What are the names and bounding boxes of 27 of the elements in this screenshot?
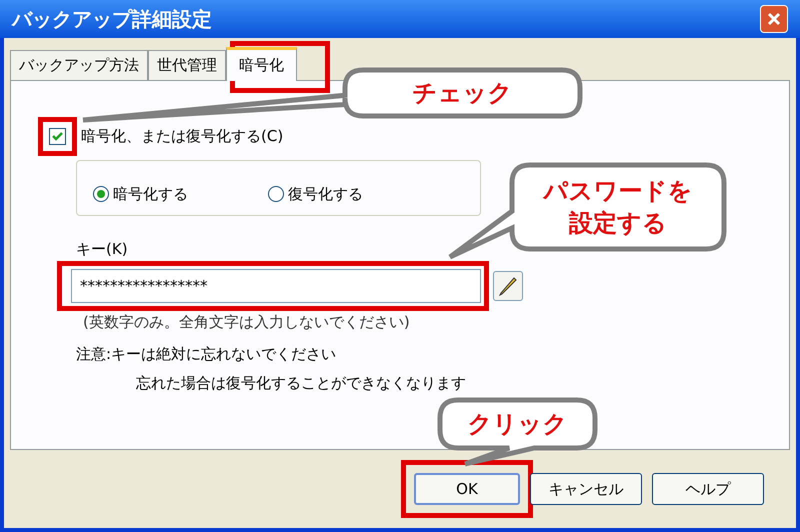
- dialog-button[interactable]: キャンセル: [530, 473, 642, 505]
- note-text: 注意:キーは絶対に忘れないでください: [76, 344, 338, 365]
- radio-button[interactable]: [93, 186, 109, 202]
- callout-text: パスワードを: [544, 176, 692, 207]
- checkbox-label: 暗号化、または復号化する(C): [81, 126, 284, 148]
- note-text: 忘れた場合は復号化することができなくなります: [136, 372, 467, 394]
- radio-label: 暗号化する: [113, 184, 188, 205]
- dialog-button[interactable]: OK: [414, 473, 520, 505]
- pencil-icon: [497, 274, 519, 296]
- dialog-button[interactable]: ヘルプ: [652, 473, 764, 505]
- callout-text: クリック: [468, 409, 568, 440]
- tab[interactable]: バックアップ方法: [10, 50, 148, 80]
- close-icon: [767, 12, 781, 26]
- hint-text: (英数字のみ。全角文字は入力しないでください): [83, 312, 411, 332]
- check-icon: [52, 131, 63, 142]
- radio-button[interactable]: [268, 186, 284, 202]
- tab[interactable]: 世代管理: [148, 50, 226, 80]
- window-title: バックアップ詳細設定: [12, 6, 212, 33]
- tab[interactable]: 暗号化: [226, 47, 297, 81]
- field-label: キー(K): [76, 239, 128, 260]
- close-button[interactable]: [760, 5, 788, 33]
- callout-text: 設定する: [569, 208, 667, 239]
- callout-text: チェック: [412, 78, 512, 109]
- key-field[interactable]: *****************: [71, 268, 481, 302]
- radio-label: 復号化する: [288, 184, 363, 205]
- checkbox[interactable]: [49, 128, 66, 145]
- edit-button[interactable]: [493, 270, 523, 300]
